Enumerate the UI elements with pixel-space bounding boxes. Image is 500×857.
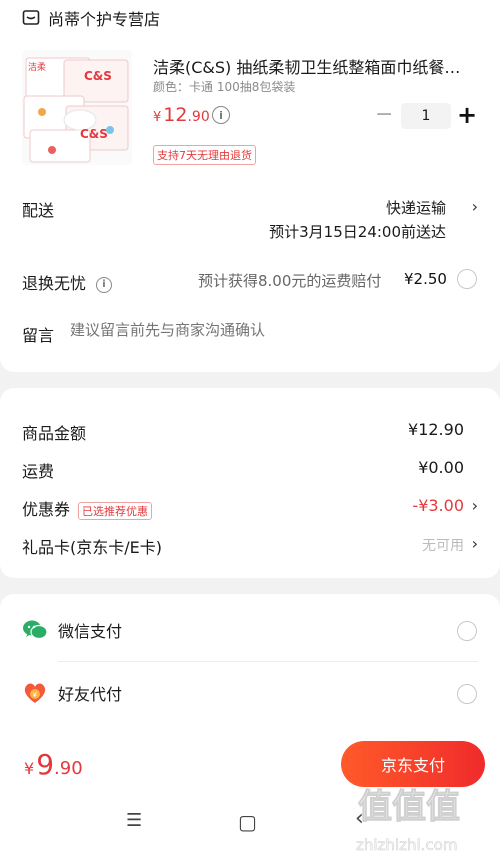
wechat-icon [23, 620, 48, 640]
shipping-value: ¥0.00 [418, 458, 464, 477]
total-price: ¥ 9 .90 [24, 748, 83, 781]
product-title[interactable]: 洁柔(C&S) 抽纸柔韧卫生纸整箱面巾纸餐… [153, 54, 483, 78]
heart-icon: ¥ [24, 683, 46, 703]
coupon-label: 优惠券 [22, 500, 71, 519]
returns-radio[interactable] [457, 269, 477, 289]
svg-text:C&S: C&S [84, 69, 112, 83]
store-icon [22, 10, 40, 25]
friend-pay-label: 好友代付 [58, 685, 123, 704]
svg-text:¥: ¥ [33, 691, 38, 699]
delivery-eta: 预计3月15日24:00前送达 [269, 223, 446, 241]
store-name: 尚蒂个护专营店 [48, 10, 161, 29]
wechat-pay-label: 微信支付 [58, 622, 123, 641]
svg-text:洁柔: 洁柔 [28, 61, 46, 73]
svg-text:C&S: C&S [80, 127, 108, 141]
product-price: ¥ 12 .90 [153, 104, 210, 126]
delivery-method[interactable]: 快递运输 [386, 197, 446, 218]
back-icon[interactable]: ‹ [355, 806, 364, 831]
home-icon[interactable]: ▢ [238, 810, 257, 834]
returns-label: 退换无忧 [22, 274, 87, 293]
payment-methods-card [0, 594, 500, 734]
info-icon[interactable]: i [96, 276, 113, 293]
wechat-pay-radio[interactable] [457, 621, 477, 641]
return-policy-badge: 支持7天无理由退货 [153, 145, 256, 165]
returns-compensation: 预计获得8.00元的运费赔付 [198, 272, 382, 290]
coupon-badge: 已选推荐优惠 [78, 501, 153, 520]
divider [58, 661, 478, 662]
coupon-row[interactable]: 优惠券 已选推荐优惠 [22, 496, 153, 520]
giftcard-label[interactable]: 礼品卡(京东卡/E卡) [22, 534, 162, 558]
friend-pay-option[interactable]: ¥ 好友代付 [22, 681, 122, 705]
order-card: 尚蒂个护专营店 洁柔 C&S C&S 洁柔(C&S) 抽纸柔韧卫生纸整箱面巾纸餐… [0, 0, 500, 372]
giftcard-value: 无可用 [422, 538, 464, 554]
price-info-icon[interactable]: i [212, 106, 230, 124]
quantity-increase-button[interactable]: + [457, 101, 477, 129]
message-input[interactable] [70, 321, 470, 339]
goods-amount-value: ¥12.90 [408, 420, 464, 439]
product-spec: 颜色：卡通 100抽8包袋装 [153, 80, 296, 94]
store-header[interactable]: 尚蒂个护专营店 [22, 6, 160, 30]
quantity-decrease-button[interactable]: − [375, 104, 393, 128]
chevron-right-icon[interactable]: › [472, 496, 478, 515]
menu-icon[interactable]: ☰ [126, 810, 142, 831]
product-thumbnail[interactable]: 洁柔 C&S C&S [22, 50, 132, 165]
message-label: 留言 [22, 326, 55, 345]
chevron-right-icon[interactable]: › [472, 197, 478, 216]
friend-pay-radio[interactable] [457, 684, 477, 704]
price-summary-card: 商品金额 ¥12.90 运费 ¥0.00 优惠券 已选推荐优惠 -¥3.00 › … [0, 388, 500, 578]
quantity-field[interactable]: 1 [401, 103, 451, 129]
returns-row: 退换无忧 i [22, 270, 113, 294]
chevron-right-icon[interactable]: › [472, 534, 478, 553]
wechat-pay-option[interactable]: 微信支付 [22, 618, 122, 642]
jd-pay-button[interactable]: 京东支付 [341, 741, 485, 787]
goods-amount-label: 商品金额 [22, 424, 87, 443]
returns-price: ¥2.50 [404, 270, 447, 288]
coupon-value[interactable]: -¥3.00 [412, 496, 464, 515]
delivery-label: 配送 [22, 201, 55, 220]
shipping-label: 运费 [22, 462, 55, 481]
